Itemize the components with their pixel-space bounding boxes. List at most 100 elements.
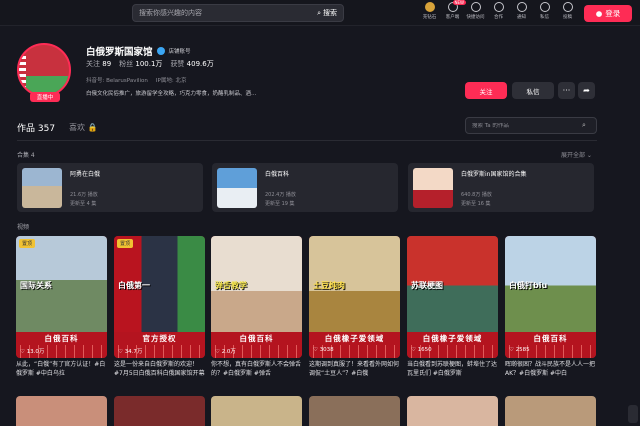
videos-label: 视频 (17, 224, 30, 231)
profile-name: 白俄罗斯国家馆 店铺账号 (86, 44, 191, 58)
topicon-label: 合作 (494, 15, 503, 20)
share-button[interactable]: ➦ (578, 82, 595, 99)
likes-count: 2.0万 (221, 349, 236, 355)
stat-value: 89 (102, 60, 112, 68)
flag-ornament (19, 45, 26, 95)
video-likes: ♡ 1650 (411, 347, 432, 353)
message-button[interactable]: 私信 (512, 82, 554, 99)
pinned-badge: 置顶 (117, 239, 134, 248)
video-card-partial[interactable] (211, 396, 302, 426)
video-card-partial[interactable] (114, 396, 205, 426)
douyin-id: 抖音号: BelarusPavilion (86, 78, 148, 84)
video-caption[interactable]: 从此，“白俄”有了官方认证！#白俄罗斯 #中白乌拉 (16, 360, 107, 380)
topicon-client[interactable]: NEW 客户端 (441, 0, 466, 20)
topicon-quick[interactable]: 快捷访问 (464, 2, 487, 20)
topicon-upload[interactable]: 投稿 (556, 2, 579, 20)
login-button[interactable]: ● 登录 (584, 5, 632, 22)
video-likes: ♡ 34.7万 (118, 349, 143, 355)
user-icon: ● (595, 9, 603, 18)
stat-label: 粉丝 (119, 60, 134, 68)
video-caption[interactable]: 当白俄看到苏联梗图，蚌埠住了达瓦里氏们 #白俄罗斯 (407, 360, 498, 380)
topicon-label: 充钻石 (422, 15, 437, 20)
tab-liked[interactable]: 喜欢 🔒 (69, 122, 98, 133)
video-card[interactable]: 白俄打biu 白俄百科 ♡ 2585 (505, 236, 596, 358)
video-overlay-text: 白俄打biu (509, 281, 548, 290)
video-caption[interactable]: 晖啲很困？战斗民族不是人人一把AK？#白俄罗斯 #中白 (505, 360, 596, 380)
video-card[interactable]: 置顶 国际关系 白俄百科 ♡ 13.0万 (16, 236, 107, 358)
collection-thumbnail (217, 168, 257, 208)
video-strip: 白俄百科 (16, 332, 107, 345)
tab-liked-label: 喜欢 (69, 123, 86, 132)
tab-works[interactable]: 作品 357 (17, 121, 55, 134)
video-card-partial[interactable] (309, 396, 400, 426)
collections-label: 合集 4 (17, 152, 35, 159)
likes-count: 34.7万 (124, 349, 143, 355)
video-likes: ♡ 13.0万 (20, 349, 45, 355)
video-overlay-text: 白俄第一 (118, 281, 150, 290)
video-strip: 白俄百科 (505, 332, 596, 345)
pinned-badge: 置顶 (19, 239, 36, 248)
video-likes: ♡ 2585 (509, 347, 530, 353)
collection-card[interactable]: 白俄罗斯in国家馆的合集 640.8万 播放 更新至 16 集 (408, 163, 594, 212)
bell-icon (516, 2, 527, 12)
video-thumbnail (16, 236, 107, 346)
login-label: 登录 (605, 9, 621, 18)
video-overlay-text: 国际关系 (20, 281, 52, 290)
works-search-input[interactable] (472, 122, 582, 129)
video-card[interactable]: 土豆炖肉 白俄橡子爱领域 ♡ 3038 (309, 236, 400, 358)
collection-card[interactable]: 阿勇在白俄 21.6万 播放 更新至 4 集 (17, 163, 203, 212)
message-icon (539, 2, 550, 12)
search-button[interactable]: ⌕ 搜索 (317, 8, 343, 18)
stat-value: 409.6万 (186, 60, 214, 68)
search-input[interactable] (133, 9, 318, 17)
video-overlay-text: 苏联梗图 (411, 281, 443, 290)
profile-bio[interactable]: 白俄文化民俗推广，旅游留学全攻略，巧克力零食，奶酪乳制品、酒… (86, 89, 276, 97)
expand-all-link[interactable]: 展开全部 ⌄ (561, 150, 592, 159)
stat-fans[interactable]: 粉丝 100.1万 (119, 59, 162, 69)
video-card[interactable]: 置顶 白俄第一 官方授权 ♡ 34.7万 (114, 236, 205, 358)
collection-title: 白俄百科 (265, 171, 290, 178)
verified-text: 店铺账号 (168, 49, 191, 55)
video-strip: 官方授权 (114, 332, 205, 345)
video-card-partial[interactable] (505, 396, 596, 426)
live-badge[interactable]: 直播中 (30, 92, 60, 102)
topicon-diamond[interactable]: 充钻石 (418, 2, 441, 20)
works-search[interactable]: ⌕ (465, 117, 597, 134)
stat-likes: 获赞 409.6万 (170, 59, 213, 69)
topicon-label: 投稿 (563, 15, 572, 20)
video-card[interactable]: 弹舌教学 白俄百科 ♡ 2.0万 (211, 236, 302, 358)
topicon-notify[interactable]: 通知 (510, 2, 533, 20)
top-icons: 充钻石 NEW 客户端 快捷访问 合作 通知 私信 投稿 (418, 0, 579, 20)
profile-meta: 抖音号: BelarusPavilion IP属地: 北京 (86, 76, 186, 84)
video-caption[interactable]: 这是一份来自白俄罗斯的欢迎！#7月5日白俄百科白俄国家馆开幕 (114, 360, 205, 380)
video-thumbnail (211, 236, 302, 346)
video-caption[interactable]: 这期调到真服了！来看看外网如何调侃“土豆人”？#白俄 (309, 360, 400, 380)
search-box[interactable]: ⌕ 搜索 (132, 4, 344, 22)
video-card-partial[interactable] (16, 396, 107, 426)
video-thumbnail (114, 236, 205, 346)
search-icon: ⌕ (317, 8, 321, 17)
search-icon[interactable]: ⌕ (582, 121, 596, 130)
profile-tabs: 作品 357 喜欢 🔒 (17, 121, 98, 134)
topicon-label: 客户端 (445, 15, 460, 20)
follow-button[interactable]: 关注 (465, 82, 507, 99)
collection-card[interactable]: 白俄百科 202.4万 播放 更新至 19 集 (212, 163, 398, 212)
stat-follow[interactable]: 关注 89 (86, 59, 111, 69)
topicon-message[interactable]: 私信 (533, 2, 556, 20)
coop-icon (493, 2, 504, 12)
more-button[interactable]: ··· (558, 82, 575, 99)
ip-location: IP属地: 北京 (155, 78, 187, 84)
topicon-coop[interactable]: 合作 (487, 2, 510, 20)
collection-title: 白俄罗斯in国家馆的合集 (461, 171, 527, 178)
collection-updated: 更新至 19 集 (265, 201, 295, 207)
video-caption[interactable]: 你不想，真有白俄罗斯人不会弹舌的？#白俄罗斯 #弹舌 (211, 360, 302, 380)
video-card[interactable]: 苏联梗图 白俄橡子爱领域 ♡ 1650 (407, 236, 498, 358)
video-thumbnail (505, 236, 596, 346)
video-thumbnail (309, 236, 400, 346)
scroll-to-top-button[interactable] (628, 405, 638, 423)
search-button-label: 搜索 (323, 9, 337, 17)
collection-updated: 更新至 16 集 (461, 201, 491, 207)
avatar[interactable] (17, 43, 71, 97)
collection-plays: 202.4万 播放 (265, 192, 296, 198)
video-card-partial[interactable] (407, 396, 498, 426)
